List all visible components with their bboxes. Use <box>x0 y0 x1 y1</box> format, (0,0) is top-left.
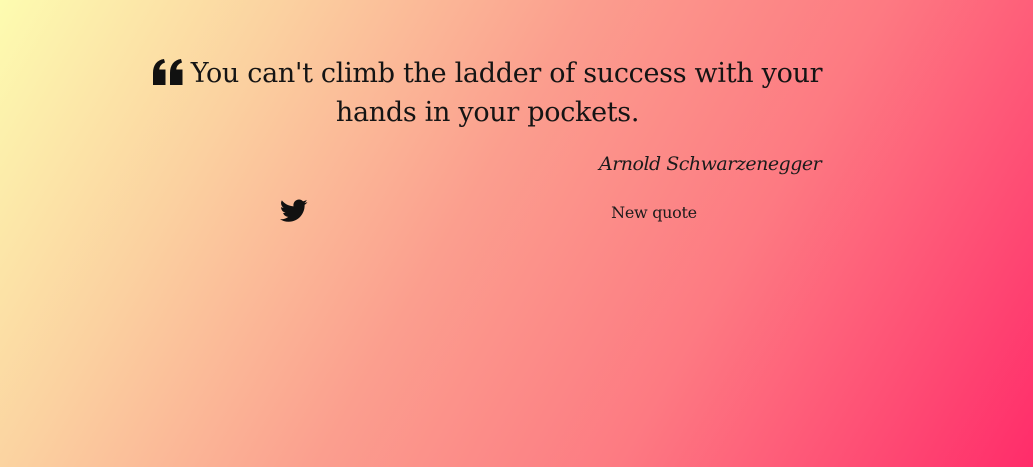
quote-text-container: You can't climb the ladder of success wi… <box>130 54 845 132</box>
quote-left-icon <box>152 57 183 85</box>
new-quote-button[interactable]: New quote <box>598 199 710 225</box>
quote-author: Arnold Schwarzenegger <box>599 153 822 175</box>
quote-text: You can't climb the ladder of success wi… <box>190 58 823 128</box>
twitter-icon <box>279 199 308 222</box>
tweet-quote-button[interactable] <box>279 199 308 223</box>
quote-box: You can't climb the ladder of success wi… <box>130 54 845 132</box>
